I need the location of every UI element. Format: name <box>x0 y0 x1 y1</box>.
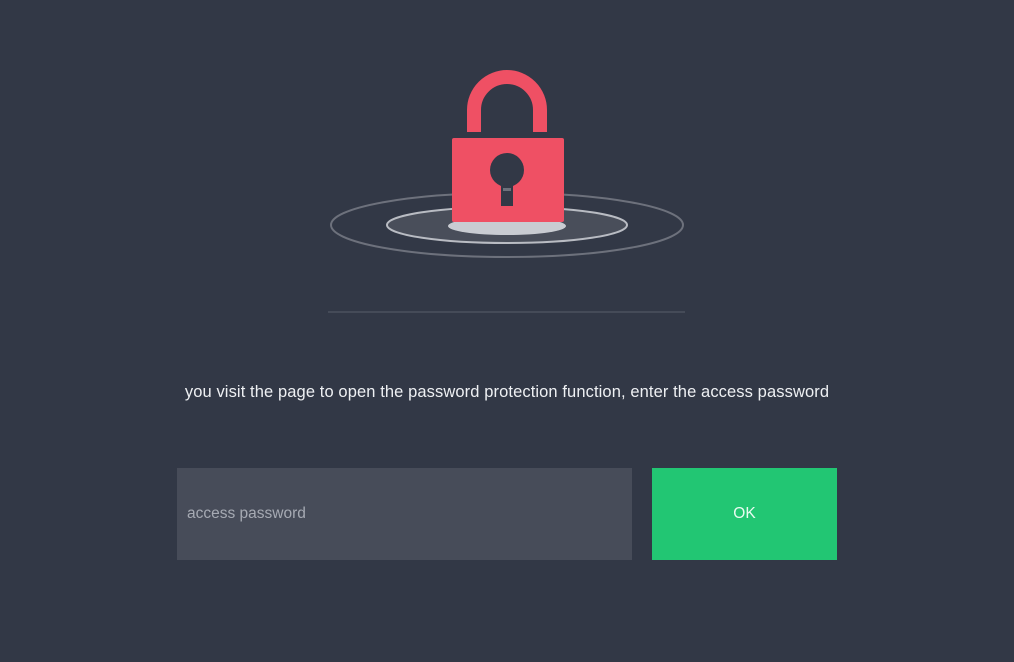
lock-shackle <box>467 70 547 132</box>
lock-illustration <box>330 70 684 258</box>
lock-icon <box>452 70 564 222</box>
info-message: you visit the page to open the password … <box>184 383 830 401</box>
password-input[interactable] <box>177 468 632 560</box>
divider <box>328 311 685 313</box>
ok-button[interactable]: OK <box>652 468 837 560</box>
keyhole-highlight <box>503 188 511 191</box>
keyhole-slot <box>501 180 513 206</box>
